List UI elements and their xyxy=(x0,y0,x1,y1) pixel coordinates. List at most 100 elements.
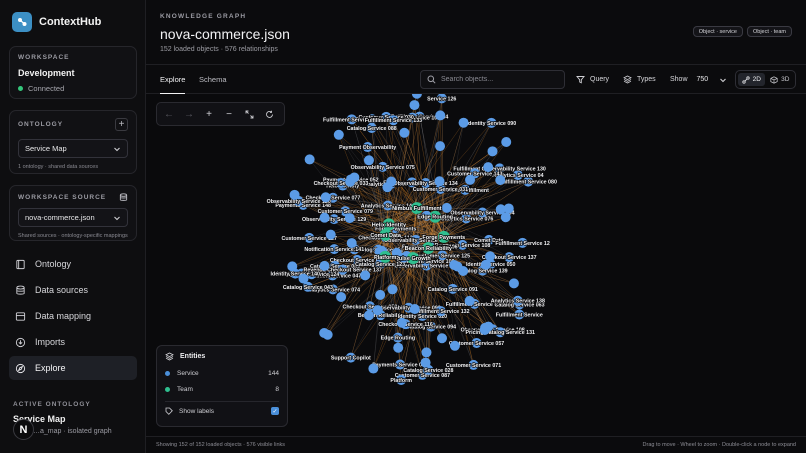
entity-row-team[interactable]: Team 8 xyxy=(165,386,279,393)
team-node-label: Edge Routing xyxy=(417,215,453,221)
team-node-label: Comet Data xyxy=(370,233,402,239)
service-node-label: Customer Service 031 xyxy=(413,187,468,193)
service-node[interactable] xyxy=(393,342,404,353)
database-icon[interactable] xyxy=(119,193,128,202)
service-node[interactable] xyxy=(396,317,407,328)
service-node[interactable] xyxy=(409,100,420,111)
team-color-dot xyxy=(165,387,170,392)
brand[interactable]: ContextHub xyxy=(12,12,101,32)
service-node[interactable] xyxy=(449,340,460,351)
service-node[interactable] xyxy=(508,278,519,289)
service-node[interactable] xyxy=(420,357,431,368)
workspace-status: Connected xyxy=(18,84,128,93)
active-ontology-name: Service Map xyxy=(13,414,66,424)
service-node[interactable] xyxy=(322,329,333,340)
service-node[interactable] xyxy=(287,261,298,272)
entity-row-service[interactable]: Service 144 xyxy=(165,370,279,377)
service-node[interactable] xyxy=(399,127,410,138)
service-node[interactable] xyxy=(449,259,460,270)
service-node[interactable] xyxy=(298,273,309,284)
show-labels-row[interactable]: Show labels ✓ xyxy=(165,407,279,415)
zoom-out-icon[interactable]: − xyxy=(222,107,236,121)
service-node[interactable] xyxy=(487,146,498,157)
service-node[interactable] xyxy=(387,284,398,295)
service-node[interactable] xyxy=(435,141,446,152)
service-node-label: Fulfillment Service xyxy=(496,312,543,318)
add-ontology-button[interactable]: + xyxy=(115,118,128,131)
reset-icon[interactable] xyxy=(262,107,276,121)
tab-explore[interactable]: Explore xyxy=(160,65,186,94)
show-count-select[interactable]: Show 750 xyxy=(670,70,727,89)
service-node[interactable] xyxy=(441,202,452,213)
forward-arrow-icon[interactable]: → xyxy=(182,107,196,121)
service-node[interactable] xyxy=(346,238,357,249)
tabs-toolbar: Explore Schema Query Types Show 750 2D xyxy=(146,64,806,94)
view-2d-button[interactable]: 2D xyxy=(738,73,765,86)
service-node[interactable] xyxy=(464,295,475,306)
service-node-label: Fulfillment Service 080 xyxy=(499,180,556,186)
service-node[interactable] xyxy=(319,212,330,223)
sidebar-item-explore[interactable]: Explore xyxy=(9,356,137,380)
service-node[interactable] xyxy=(495,175,506,186)
types-button[interactable]: Types xyxy=(623,70,656,89)
tab-schema[interactable]: Schema xyxy=(199,65,227,94)
workspace-card[interactable]: WORKSPACE Development Connected xyxy=(9,46,137,99)
service-node[interactable] xyxy=(503,203,514,214)
ontology-select[interactable]: Service Map xyxy=(18,139,128,158)
fit-view-icon[interactable] xyxy=(242,107,256,121)
service-node[interactable] xyxy=(485,251,496,262)
service-node[interactable] xyxy=(320,192,331,203)
query-button[interactable]: Query xyxy=(576,70,609,89)
service-node[interactable] xyxy=(360,270,371,281)
object-tag-team[interactable]: Object · team xyxy=(746,26,792,37)
service-node[interactable] xyxy=(325,229,336,240)
service-node[interactable] xyxy=(289,189,300,200)
sidebar-item-label: Data sources xyxy=(35,285,89,295)
service-node[interactable] xyxy=(501,136,512,147)
service-node[interactable] xyxy=(411,94,422,99)
service-node[interactable] xyxy=(375,289,386,300)
service-node[interactable] xyxy=(333,129,344,140)
back-arrow-icon[interactable]: ← xyxy=(162,107,176,121)
entities-title: Entities xyxy=(180,353,206,360)
sidebar-item-data-sources[interactable]: Data sources xyxy=(9,278,137,302)
service-node[interactable] xyxy=(434,176,445,187)
service-node[interactable] xyxy=(319,260,330,271)
workspace-label: WORKSPACE xyxy=(18,54,70,61)
service-node[interactable] xyxy=(344,213,355,224)
service-node[interactable] xyxy=(480,259,491,270)
service-node[interactable] xyxy=(458,265,469,276)
sidebar-item-ontology[interactable]: Ontology xyxy=(9,252,137,276)
service-node[interactable] xyxy=(363,310,374,321)
workspace-source-hint: Shared sources · ontology-specific mappi… xyxy=(18,233,128,239)
service-node[interactable] xyxy=(409,304,420,315)
service-node[interactable] xyxy=(336,292,347,303)
search-input[interactable] xyxy=(441,76,551,83)
workspace-name: Development xyxy=(18,68,75,78)
service-node[interactable] xyxy=(465,174,476,185)
service-node[interactable] xyxy=(436,333,447,344)
search-box[interactable] xyxy=(420,70,565,89)
service-node[interactable] xyxy=(304,154,315,165)
service-node[interactable] xyxy=(349,172,360,183)
next-logo-badge[interactable]: N xyxy=(13,419,34,440)
service-node[interactable] xyxy=(368,363,379,374)
service-node[interactable] xyxy=(386,176,397,187)
service-node[interactable] xyxy=(480,322,491,333)
graph-canvas[interactable]: Analytics Service 072Checkout Service 07… xyxy=(146,94,806,436)
zoom-in-icon[interactable]: + xyxy=(202,107,216,121)
sidebar-item-imports[interactable]: Imports xyxy=(9,330,137,354)
view-3d-button[interactable]: 3D xyxy=(767,73,794,86)
workspace-source-select[interactable]: nova-commerce.json xyxy=(18,208,128,227)
service-node[interactable] xyxy=(363,155,374,166)
workspace-source-card: WORKSPACE SOURCE nova-commerce.json Shar… xyxy=(9,185,137,241)
object-tag-service[interactable]: Object · service xyxy=(692,26,743,37)
service-node[interactable] xyxy=(372,305,383,316)
service-node[interactable] xyxy=(458,117,469,128)
show-labels-checkbox[interactable]: ✓ xyxy=(271,407,279,415)
sidebar-item-data-mapping[interactable]: Data mapping xyxy=(9,304,137,328)
service-node[interactable] xyxy=(483,162,494,173)
workspace-source-label: WORKSPACE SOURCE xyxy=(18,194,107,201)
service-node[interactable] xyxy=(435,110,446,121)
service-node[interactable] xyxy=(421,347,432,358)
